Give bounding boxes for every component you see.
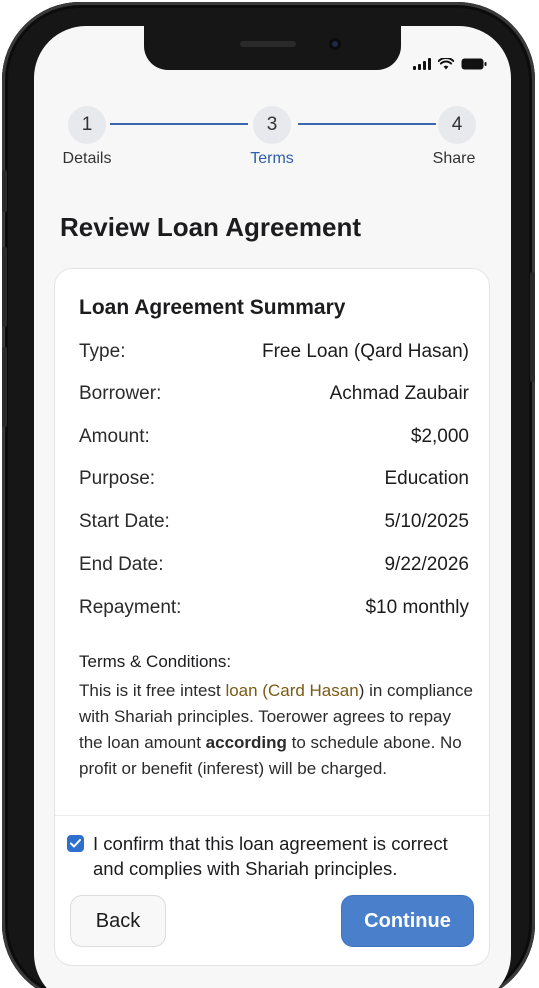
progress-stepper: 1 Details 3 Terms 4 Share: [34, 106, 511, 176]
row-label: Purpose:: [79, 468, 156, 489]
confirm-text[interactable]: I confirm that this loan agreement is co…: [93, 831, 481, 881]
row-value: 9/22/2026: [384, 554, 469, 575]
step-number: 3: [253, 106, 291, 144]
notch: [144, 26, 401, 70]
step-label: Terms: [250, 150, 294, 167]
confirm-row: I confirm that this loan agreement is co…: [67, 831, 481, 881]
volume-down-button: [2, 347, 7, 427]
screen: 1 Details 3 Terms 4 Share Review Loan Ag…: [34, 26, 511, 988]
wifi-icon: [438, 58, 454, 70]
row-value: $2,000: [410, 426, 469, 447]
page-title: Review Loan Agreement: [60, 212, 362, 242]
loan-summary-card: Loan Agreement Summary Type: Free Loan (…: [54, 268, 490, 966]
detail-row-amount: Amount: $2,000: [79, 426, 469, 448]
row-label: Start Date:: [79, 511, 170, 532]
row-label: Amount:: [79, 426, 150, 447]
stepper-connector: [110, 123, 248, 125]
stepper-connector: [298, 123, 436, 125]
terms-highlight: loan (Card Hasan: [225, 681, 359, 700]
detail-row-borrower: Borrower: Achmad Zaubair: [79, 383, 469, 405]
row-value: Achmad Zaubair: [329, 383, 469, 404]
row-label: Repayment:: [79, 597, 182, 618]
front-camera: [329, 38, 341, 50]
detail-row-repayment: Repayment: $10 monthly: [79, 597, 469, 619]
terms-heading: Terms & Conditions:: [79, 652, 232, 671]
card-title: Loan Agreement Summary: [79, 296, 346, 319]
terms-body: This is it free intest loan (Card Hasan)…: [79, 678, 474, 782]
row-value: $10 monthly: [365, 597, 469, 618]
row-label: Borrower:: [79, 383, 162, 404]
row-value: 5/10/2025: [384, 511, 469, 532]
confirm-checkbox[interactable]: [67, 835, 84, 852]
back-button[interactable]: Back: [70, 895, 166, 947]
signal-icon: [413, 58, 431, 70]
terms-text: This is it free intest: [79, 681, 226, 700]
step-label: Details: [62, 150, 112, 167]
step-number: 4: [438, 106, 476, 144]
status-bar-icons: [413, 56, 487, 70]
row-label: End Date:: [79, 554, 164, 575]
detail-row-end-date: End Date: 9/22/2026: [79, 554, 469, 576]
power-button: [530, 272, 535, 382]
silent-switch: [2, 170, 7, 212]
terms-bold: according: [205, 733, 287, 752]
detail-row-start-date: Start Date: 5/10/2025: [79, 511, 469, 533]
row-value: Education: [384, 468, 469, 489]
detail-row-type: Type: Free Loan (Qard Hasan): [79, 341, 469, 363]
volume-up-button: [2, 247, 7, 327]
step-label: Share: [432, 150, 476, 167]
battery-icon: [461, 58, 487, 70]
speaker-grill: [240, 41, 296, 47]
row-label: Type:: [79, 341, 126, 362]
checkmark-icon: [70, 839, 81, 848]
divider: [55, 815, 489, 816]
row-value: Free Loan (Qard Hasan): [262, 341, 469, 362]
continue-button[interactable]: Continue: [341, 895, 474, 947]
step-number: 1: [68, 106, 106, 144]
phone-frame: 1 Details 3 Terms 4 Share Review Loan Ag…: [2, 2, 535, 988]
detail-row-purpose: Purpose: Education: [79, 468, 469, 490]
